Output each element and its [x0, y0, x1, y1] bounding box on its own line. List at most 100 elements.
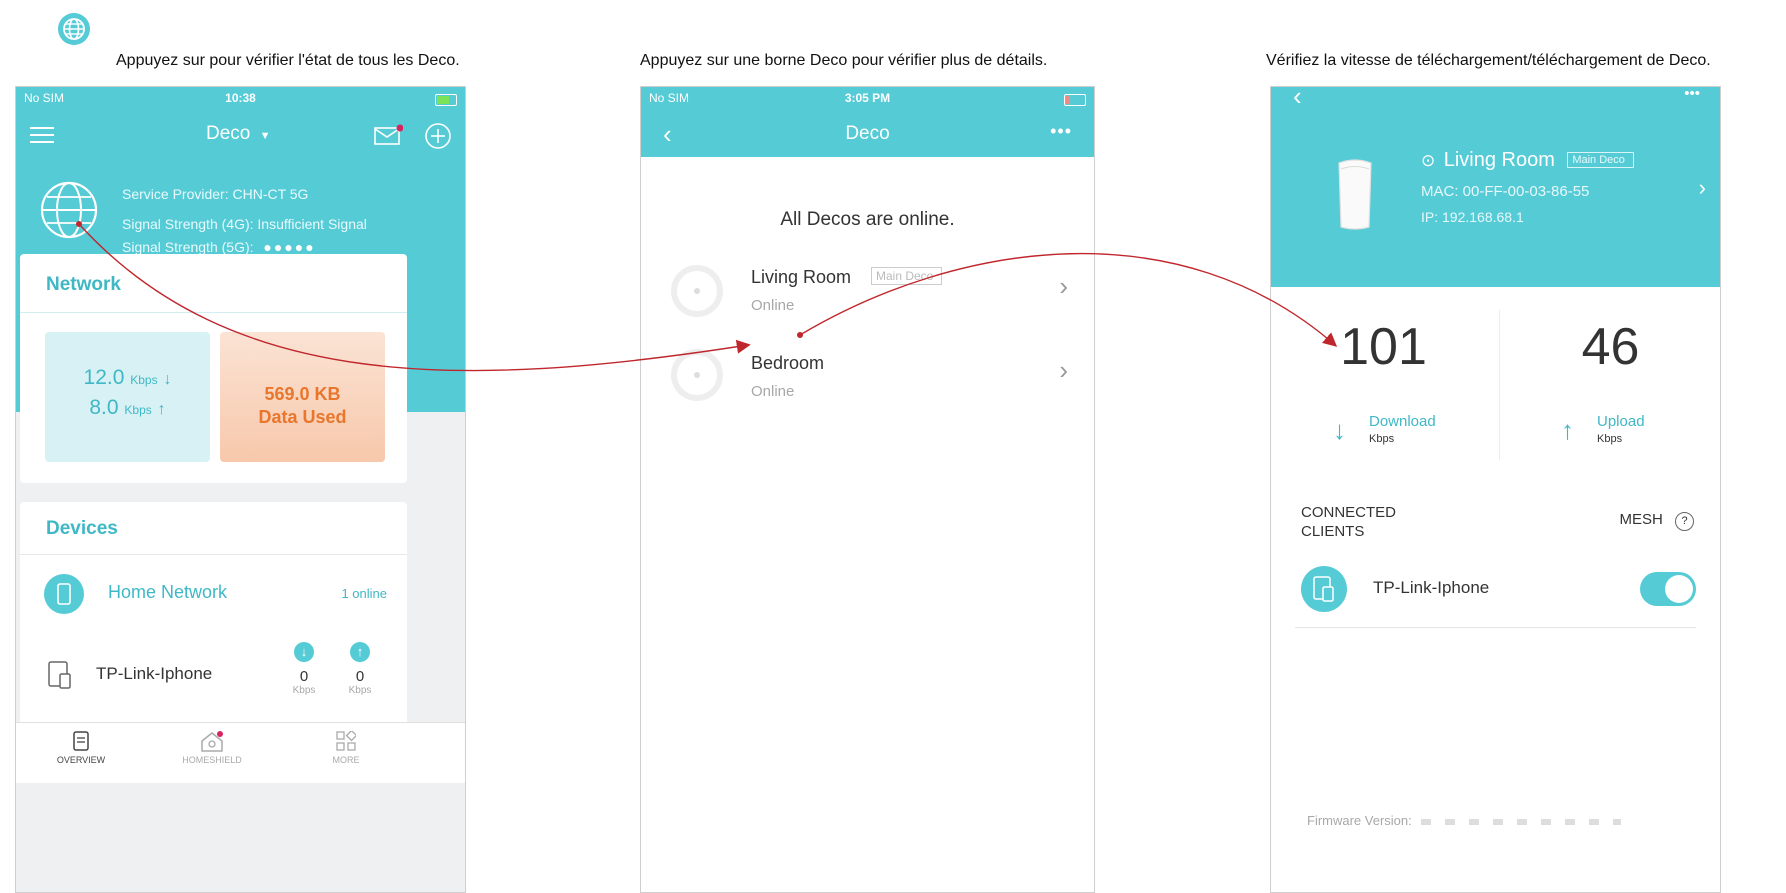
upload-value: 46 — [1581, 318, 1640, 376]
client-toggle[interactable] — [1640, 572, 1696, 606]
device-name: TP-Link-Iphone — [96, 664, 213, 683]
network-card[interactable]: Network 12.0 Kbps ↓ 8.0 Kbps ↑ 569.0 KB … — [20, 254, 407, 483]
phone-deco-detail: ‹ ••• ⊙ Living Room Main Deco MAC: 00-FF… — [1270, 86, 1721, 893]
online-count: 1 online — [341, 586, 387, 601]
caption-deco-list: Appuyez sur une borne Deco pour vérifier… — [640, 52, 1048, 69]
device-download-value: 0 — [299, 668, 309, 685]
download-label: Download — [1369, 413, 1436, 430]
home-network-label: Home Network — [108, 582, 228, 602]
location-pin-icon: ⊙ — [1421, 151, 1436, 170]
download-speed-unit: Kbps — [130, 373, 158, 387]
main-deco-badge: Main Deco — [871, 267, 943, 285]
chevron-right-icon: › — [1059, 271, 1068, 301]
device-row[interactable]: TP-Link-Iphone ↓ 0 Kbps ↑ 0 Kbps — [20, 642, 407, 712]
firmware-version: Firmware Version: — [1307, 813, 1622, 828]
deco-name: Bedroom — [751, 353, 825, 373]
deco-device-icon — [1333, 157, 1377, 233]
device-upload-unit: Kbps — [348, 685, 372, 696]
tab-homeshield-label: HOMESHIELD — [182, 755, 242, 765]
tab-more[interactable]: MORE — [316, 731, 376, 765]
chevron-right-icon: › — [1059, 355, 1068, 385]
add-deco-icon[interactable] — [423, 121, 453, 151]
deco-status: Online — [751, 297, 795, 314]
more-grid-icon — [336, 731, 356, 751]
arrow-up-icon: ↑ — [157, 401, 166, 418]
data-used-label: Data Used — [258, 407, 347, 427]
stats-divider — [1499, 310, 1500, 460]
device-upload-value: 0 — [355, 668, 365, 685]
upload-circle-icon: ↑ — [350, 642, 370, 662]
firmware-value-blur — [1421, 818, 1622, 825]
deco-name: Living Room — [751, 267, 852, 287]
more-options-icon[interactable]: ••• — [1684, 87, 1700, 102]
location-name: Living Room — [1443, 149, 1555, 171]
chevron-right-icon[interactable]: › — [1699, 175, 1706, 201]
device-download-unit: Kbps — [292, 685, 316, 696]
network-selector-label: Deco — [206, 123, 251, 144]
battery-icon — [1064, 92, 1086, 106]
status-bar: No SIM 10:38 — [16, 91, 465, 111]
arrow-down-icon: ↓ — [1333, 415, 1346, 445]
network-title: Network — [46, 274, 121, 295]
more-options-icon[interactable]: ••• — [1050, 121, 1072, 142]
upload-label: Upload — [1597, 413, 1645, 430]
caption-deco-detail: Vérifiez la vitesse de téléchargement/té… — [1266, 52, 1711, 69]
back-icon[interactable]: ‹ — [1293, 87, 1302, 112]
clients-label-line1: CONNECTED — [1301, 504, 1397, 521]
card-divider — [20, 312, 407, 313]
deco-unit-icon — [671, 265, 723, 317]
location-row[interactable]: ⊙ Living Room Main Deco — [1421, 149, 1634, 172]
network-selector[interactable]: Deco ▼ — [206, 123, 271, 145]
deco-list-title: Deco — [845, 123, 890, 144]
connected-clients-label: CONNECTED CLIENTS — [1301, 503, 1396, 541]
home-network-row[interactable]: Home Network 1 online — [20, 570, 407, 618]
tab-homeshield[interactable]: HOMESHIELD — [172, 731, 252, 765]
tab-overview[interactable]: OVERVIEW — [46, 731, 116, 765]
homeshield-icon — [200, 731, 224, 753]
tab-more-label: MORE — [332, 755, 360, 765]
arrow-down-icon: ↓ — [163, 371, 172, 388]
tab-bar: OVERVIEW HOMESHIELD MORE — [16, 722, 465, 783]
deco-status: Online — [751, 383, 795, 400]
data-used-tile[interactable]: 569.0 KB Data Used — [220, 332, 385, 462]
mac-address: MAC: 00-FF-00-03-86-55 — [1421, 183, 1590, 200]
upload-speed-value: 8.0 — [89, 396, 119, 419]
mesh-label: MESH — [1619, 511, 1663, 528]
upload-unit: Kbps — [1597, 433, 1623, 445]
dropdown-caret-icon: ▼ — [259, 130, 271, 142]
phone-device-icon — [44, 574, 84, 614]
phone-tablet-icon — [46, 660, 76, 690]
help-icon[interactable]: ? — [1675, 512, 1694, 531]
service-provider-text: Service Provider: CHN-CT 5G — [122, 186, 309, 202]
phone-overview: No SIM 10:38 Deco ▼ Service Provider: CH… — [15, 86, 466, 893]
deco-item-bedroom[interactable]: Bedroom Online › — [641, 345, 1094, 425]
signal-dots: ●●●●● — [263, 239, 316, 255]
clients-label-line2: CLIENTS — [1301, 523, 1365, 540]
menu-icon[interactable] — [30, 125, 54, 145]
upload-speed-row: 8.0 Kbps ↑ — [45, 396, 210, 420]
device-download: ↓ 0 Kbps — [284, 642, 324, 696]
devices-title: Devices — [46, 518, 118, 539]
speed-tile[interactable]: 12.0 Kbps ↓ 8.0 Kbps ↑ — [45, 332, 210, 462]
download-circle-icon: ↓ — [294, 642, 314, 662]
client-device-icon — [1301, 566, 1347, 612]
signal-4g-text: Signal Strength (4G): Insufficient Signa… — [122, 216, 367, 232]
mesh-label-row: MESH ? — [1619, 511, 1694, 531]
deco-unit-icon — [671, 349, 723, 401]
main-deco-badge: Main Deco — [1567, 152, 1634, 168]
data-used-value: 569.0 KB — [264, 384, 341, 404]
mail-icon[interactable] — [373, 124, 403, 148]
isp-info: Service Provider: CHN-CT 5G Signal Stren… — [122, 183, 367, 259]
card-divider — [20, 554, 407, 555]
client-row[interactable]: TP-Link-Iphone — [1295, 562, 1696, 628]
ip-address: IP: 192.168.68.1 — [1421, 209, 1524, 225]
devices-card: Devices Home Network 1 online TP-Link-Ip… — [20, 502, 407, 742]
upload-speed-unit: Kbps — [124, 403, 152, 417]
client-name: TP-Link-Iphone — [1373, 578, 1490, 597]
overview-icon — [72, 731, 90, 751]
download-value: 101 — [1340, 318, 1427, 376]
deco-item-living-room[interactable]: Living Room Main Deco Online › — [641, 257, 1094, 337]
internet-globe-icon[interactable] — [36, 177, 102, 243]
caption-overview: Appuyez sur pour vérifier l'état de tous… — [116, 52, 460, 69]
status-bar: No SIM 3:05 PM — [641, 91, 1094, 111]
